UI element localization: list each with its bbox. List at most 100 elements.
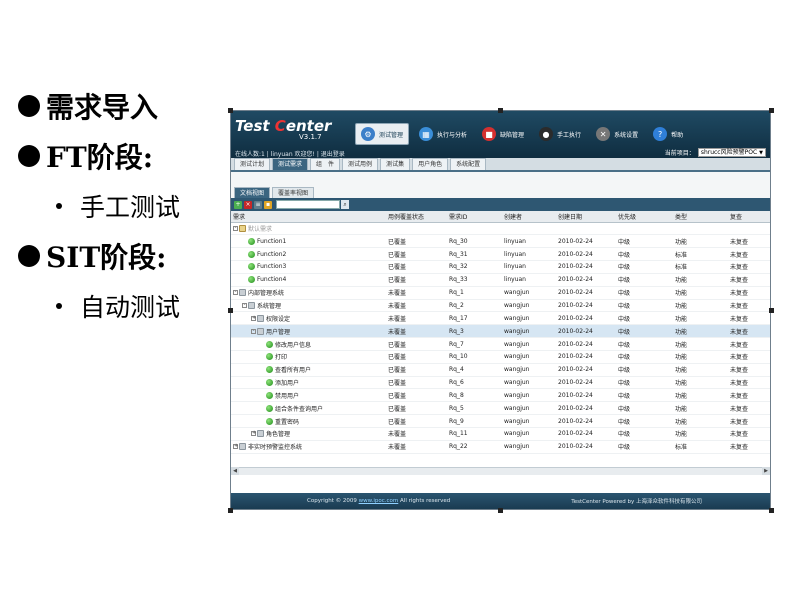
subnav-tab[interactable]: 测试用例 — [342, 158, 379, 170]
column-header[interactable]: 创建者 — [502, 211, 556, 223]
requirement-cell[interactable]: 重置密码 — [231, 414, 386, 428]
scroll-left-icon[interactable]: ◀ — [231, 467, 239, 476]
collapse-icon[interactable]: - — [251, 328, 256, 334]
requirement-cell[interactable]: + 权限设定 — [231, 311, 386, 326]
grid-cell: linyuan — [502, 234, 556, 249]
expand-icon[interactable]: + — [251, 431, 256, 437]
requirement-cell[interactable]: 打印 — [231, 350, 386, 364]
table-row[interactable]: - 用户管理 未覆盖 Rq_3 wangjun 2010-02-24 中级 功能 未复查 — [231, 324, 770, 339]
subnav-tab[interactable]: 组 件 — [310, 158, 341, 170]
top-menu-gear[interactable]: ⚙ 测试管理 — [355, 123, 410, 145]
column-header[interactable]: 需求 — [231, 211, 386, 223]
requirement-cell[interactable]: 添加用户 — [231, 376, 386, 390]
top-menu-help[interactable]: ? 帮助 — [648, 123, 688, 145]
column-header[interactable]: 优先级 — [616, 211, 673, 223]
grid-cell: 功能 — [673, 414, 728, 428]
table-row[interactable]: - 内部管理系统 未覆盖 Rq_1 wangjun 2010-02-24 中级 功能 未复查 — [231, 286, 770, 300]
subnav-tab[interactable]: 系统配置 — [450, 158, 487, 170]
expand-icon[interactable]: + — [251, 315, 256, 321]
grid-cell: 未复查 — [728, 388, 770, 403]
requirement-cell[interactable]: + 非实时预警监控系统 — [231, 440, 386, 454]
requirement-cell[interactable]: Function2 — [231, 247, 386, 262]
subnav-tab[interactable]: 测试需求 — [272, 158, 309, 170]
requirement-cell[interactable]: - 默认需求 — [231, 222, 386, 236]
project-select[interactable]: shrucc风险预警POC ▼ — [697, 148, 766, 157]
resize-handle[interactable] — [769, 508, 774, 513]
table-row[interactable]: + 权限设定 未覆盖 Rq_17 wangjun 2010-02-24 中级 功能 未复查 — [231, 311, 770, 326]
scroll-right-icon[interactable]: ▶ — [762, 467, 770, 476]
top-menu-run[interactable]: ● 手工执行 — [534, 123, 586, 145]
requirement-cell[interactable]: - 系统管理 — [231, 299, 386, 313]
resize-handle[interactable] — [498, 508, 503, 513]
dropdown-arrow-icon: ▼ — [759, 149, 763, 156]
table-row[interactable]: 重置密码 已覆盖 Rq_9 wangjun 2010-02-24 中级 功能 未复查 — [231, 414, 770, 428]
requirement-cell[interactable]: 禁用用户 — [231, 388, 386, 403]
table-row[interactable]: Function2 已覆盖 Rq_31 linyuan 2010-02-24 中级 标准 未复… — [231, 247, 770, 262]
requirement-cell[interactable]: 修改用户信息 — [231, 337, 386, 351]
resize-handle[interactable] — [228, 108, 233, 113]
top-menu-bug[interactable]: ■ 缺陷管理 — [477, 123, 529, 145]
requirement-cell[interactable]: Function4 — [231, 273, 386, 287]
view-tab[interactable]: 覆盖率视图 — [272, 187, 315, 198]
add-icon[interactable]: + — [234, 200, 242, 209]
subnav-tab[interactable]: 用户角色 — [412, 158, 449, 170]
collapse-icon[interactable]: - — [242, 302, 247, 308]
resize-handle[interactable] — [769, 308, 774, 313]
requirement-label: 权限设定 — [266, 315, 291, 323]
resize-handle[interactable] — [498, 108, 503, 113]
requirement-cell[interactable]: - 用户管理 — [231, 324, 386, 339]
table-row[interactable]: Function4 已覆盖 Rq_33 linyuan 2010-02-24 中级 功能 未复… — [231, 273, 770, 287]
subnav-tab[interactable]: 测试集 — [380, 158, 411, 170]
table-row[interactable]: 禁用用户 已覆盖 Rq_8 wangjun 2010-02-24 中级 功能 未复查 — [231, 388, 770, 403]
footer-link[interactable]: www.ipoc.com — [359, 498, 399, 504]
table-row[interactable]: 添加用户 已覆盖 Rq_6 wangjun 2010-02-24 中级 功能 未复查 — [231, 376, 770, 390]
table-row[interactable]: 修改用户信息 已覆盖 Rq_7 wangjun 2010-02-24 中级 功能 未复查 — [231, 337, 770, 351]
column-header[interactable]: 类型 — [673, 211, 728, 223]
column-header[interactable]: 创建日期 — [556, 211, 616, 223]
resize-handle[interactable] — [769, 108, 774, 113]
user-info[interactable]: 在线人数:1 | linyuan 欢迎您! | 退出登录 — [235, 149, 345, 158]
table-row[interactable]: + 角色管理 未覆盖 Rq_11 wangjun 2010-02-24 中级 功能 未复查 — [231, 427, 770, 441]
column-header[interactable]: 用例覆盖状态 — [386, 211, 447, 223]
column-header[interactable]: 需求ID — [447, 211, 502, 223]
grid-cell: 未复查 — [728, 299, 770, 313]
resize-handle[interactable] — [228, 508, 233, 513]
resize-handle[interactable] — [228, 308, 233, 313]
top-menu-chart[interactable]: ▦ 执行与分析 — [414, 123, 472, 145]
grid-cell: 2010-02-24 — [556, 311, 616, 326]
subnav-tab[interactable]: 测试计划 — [234, 158, 271, 170]
top-menu-label: 系统设置 — [614, 131, 639, 139]
table-row[interactable]: 组合条件查询用户 已覆盖 Rq_5 wangjun 2010-02-24 中级 功能 未复查 — [231, 401, 770, 416]
table-row[interactable]: + 非实时预警监控系统 未覆盖 Rq_22 wangjun 2010-02-24 中级 标准未… — [231, 440, 770, 454]
requirement-label: 系统管理 — [257, 302, 282, 310]
table-row[interactable]: Function1 已覆盖 Rq_30 linyuan 2010-02-24 中级 功能 未复… — [231, 234, 770, 249]
table-row[interactable]: - 系统管理 未覆盖 Rq_2 wangjun 2010-02-24 中级 功能 未复查 — [231, 299, 770, 313]
document-icon[interactable]: ≡ — [254, 200, 262, 209]
delete-icon[interactable]: × — [244, 200, 252, 209]
collapse-icon[interactable]: - — [233, 225, 238, 231]
horizontal-scrollbar[interactable]: ◀ ▶ — [231, 466, 770, 476]
folder-icon[interactable]: ▪ — [264, 200, 272, 209]
requirement-cell[interactable]: Function3 — [231, 260, 386, 274]
requirement-cell[interactable]: 组合条件查询用户 — [231, 401, 386, 416]
collapse-icon[interactable]: - — [233, 290, 238, 296]
expand-icon[interactable]: + — [233, 444, 238, 450]
search-input[interactable] — [276, 200, 340, 209]
table-row[interactable]: 查看所有用户 已覆盖 Rq_4 wangjun 2010-02-24 中级 功能 未复查 — [231, 363, 770, 377]
column-header[interactable]: 复查 — [728, 211, 770, 223]
requirement-cell[interactable]: Function1 — [231, 234, 386, 249]
grid-cell — [386, 222, 447, 236]
table-row[interactable]: 打印 已覆盖 Rq_10 wangjun 2010-02-24 中级 功能 未复查 — [231, 350, 770, 364]
requirement-label: 添加用户 — [275, 380, 300, 388]
grid-cell: 2010-02-24 — [556, 299, 616, 313]
top-menu-tools[interactable]: ✕ 系统设置 — [591, 123, 643, 145]
table-row[interactable]: - 默认需求 — [231, 222, 770, 236]
requirement-cell[interactable]: - 内部管理系统 — [231, 286, 386, 300]
grid-cell: wangjun — [502, 427, 556, 441]
table-row[interactable]: Function3 已覆盖 Rq_32 linyuan 2010-02-24 中级 标准 未复… — [231, 260, 770, 274]
requirement-cell[interactable]: + 角色管理 — [231, 427, 386, 441]
search-icon[interactable]: ⌕ — [341, 200, 349, 209]
view-tab[interactable]: 文档视图 — [234, 187, 271, 198]
requirement-cell[interactable]: 查看所有用户 — [231, 363, 386, 377]
grid-cell: Rq_30 — [447, 234, 502, 249]
